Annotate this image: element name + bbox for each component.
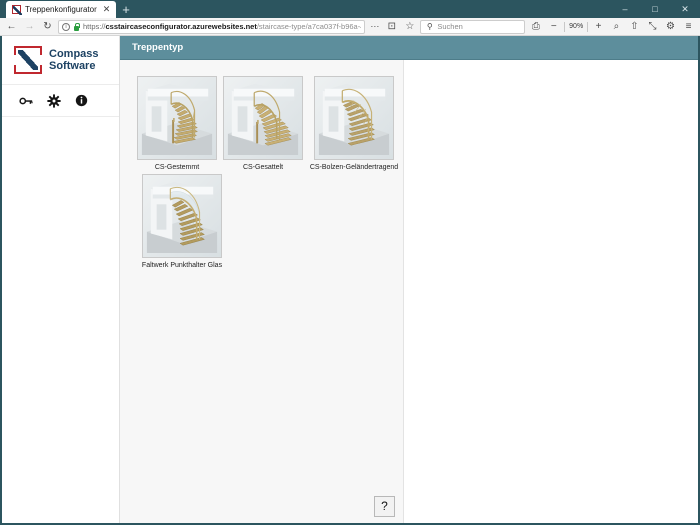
gear-icon[interactable] <box>46 93 61 108</box>
window-close-button[interactable]: ✕ <box>670 0 700 18</box>
minimize-button[interactable]: – <box>610 0 640 18</box>
url-path: /staircase-type/a7ca037f-b96a-4d4e-9d59-… <box>256 22 362 31</box>
staircase-thumb-gesattelt <box>223 76 303 160</box>
url-text: https://csstaircaseconfigurator.azureweb… <box>83 22 361 31</box>
close-icon[interactable]: ✕ <box>101 5 113 14</box>
configurator-body: CS-Gestemmt CS-Gesattelt CS-Bolzen-Gelän… <box>120 60 698 523</box>
staircase-thumb-bolzen <box>314 76 394 160</box>
zoom-level[interactable]: 90% <box>568 23 584 30</box>
staircase-thumb-faltwerk <box>142 173 222 258</box>
tab-title: Treppenkonfigurator <box>25 5 97 14</box>
back-icon[interactable]: ← <box>4 19 19 34</box>
find-icon[interactable]: ⌕ <box>609 19 624 34</box>
brand-line-2: Software <box>49 60 96 72</box>
share-icon[interactable]: ⇧ <box>627 19 642 34</box>
staircase-type-label: Faltwerk Punkthalter Glas <box>141 261 223 269</box>
lock-icon <box>73 22 80 31</box>
fullscreen-icon[interactable]: ⤡ <box>645 19 660 34</box>
page-actions-icon[interactable]: ⋯ <box>368 21 381 32</box>
viewer-area[interactable] <box>404 60 698 523</box>
print-icon[interactable]: ⎙ <box>528 19 543 34</box>
sidebar-tool-row <box>2 85 119 117</box>
search-icon: ⚲ <box>426 22 433 31</box>
url-host: csstaircaseconfigurator.azurewebsites.ne… <box>105 22 257 31</box>
reload-icon[interactable]: ↻ <box>40 19 55 34</box>
url-scheme: https:// <box>83 22 106 31</box>
new-tab-button[interactable]: + <box>116 3 136 18</box>
brand-line-1: Compass <box>49 47 99 60</box>
brand-header: Compass Software <box>2 36 119 85</box>
favorite-star-icon[interactable]: ☆ <box>402 19 417 34</box>
forward-icon[interactable]: → <box>22 19 37 34</box>
browser-tab[interactable]: Treppenkonfigurator ✕ <box>6 1 117 18</box>
search-placeholder: Suchen <box>437 22 463 31</box>
staircase-type-card[interactable]: CS-Bolzen-Geländertragend <box>308 76 400 172</box>
search-box[interactable]: ⚲ Suchen <box>420 19 526 34</box>
title-bar: Treppenkonfigurator ✕ + – □ ✕ <box>0 0 700 18</box>
help-button[interactable]: ? <box>374 495 395 517</box>
page-title: Treppentyp <box>132 42 184 53</box>
window-controls: – □ ✕ <box>610 0 700 18</box>
staircase-type-label: CS-Gesattelt <box>242 164 284 171</box>
navigation-toolbar: ← → ↻ i https://csstaircaseconfigurator.… <box>0 18 700 36</box>
app-sidebar: Compass Software <box>2 36 120 523</box>
menu-icon[interactable]: ≡ <box>681 19 696 34</box>
settings-gear-icon[interactable]: ⚙ <box>663 19 678 34</box>
zoom-in-button[interactable]: + <box>591 19 606 34</box>
toolbar-divider-2 <box>587 21 588 32</box>
configurator-header: Treppentyp <box>120 36 698 60</box>
staircase-type-card[interactable]: Faltwerk Punkthalter Glas <box>136 173 228 270</box>
zoom-out-button[interactable]: − <box>546 19 561 34</box>
staircase-type-panel: CS-Gestemmt CS-Gesattelt CS-Bolzen-Gelän… <box>120 60 404 523</box>
staircase-thumb-gestemmt <box>137 76 217 160</box>
staircase-type-label: CS-Bolzen-Geländertragend <box>309 164 399 171</box>
page-content: Compass Software Treppentyp CS-Gestemmt … <box>0 36 700 525</box>
staircase-type-card[interactable]: CS-Gestemmt <box>136 76 218 172</box>
maximize-button[interactable]: □ <box>640 0 670 18</box>
compass-logo <box>14 46 42 74</box>
panel-footer: ? <box>120 489 403 523</box>
address-bar[interactable]: i https://csstaircaseconfigurator.azurew… <box>58 19 366 34</box>
info-icon[interactable] <box>74 93 89 108</box>
toolbar-divider <box>564 21 566 32</box>
compass-favicon <box>12 5 22 15</box>
site-info-icon[interactable]: i <box>62 22 70 31</box>
reading-view-icon[interactable]: ⊡ <box>384 19 399 34</box>
configurator-column: Treppentyp CS-Gestemmt CS-Gesattelt CS-B… <box>120 36 698 523</box>
brand-text: Compass Software <box>49 48 99 73</box>
key-icon[interactable] <box>18 93 33 108</box>
staircase-type-card[interactable]: CS-Gesattelt <box>222 76 304 172</box>
staircase-type-grid: CS-Gestemmt CS-Gesattelt CS-Bolzen-Gelän… <box>120 60 403 489</box>
staircase-type-label: CS-Gestemmt <box>154 164 200 171</box>
browser-window: Treppenkonfigurator ✕ + – □ ✕ ← → ↻ i ht… <box>0 0 700 525</box>
